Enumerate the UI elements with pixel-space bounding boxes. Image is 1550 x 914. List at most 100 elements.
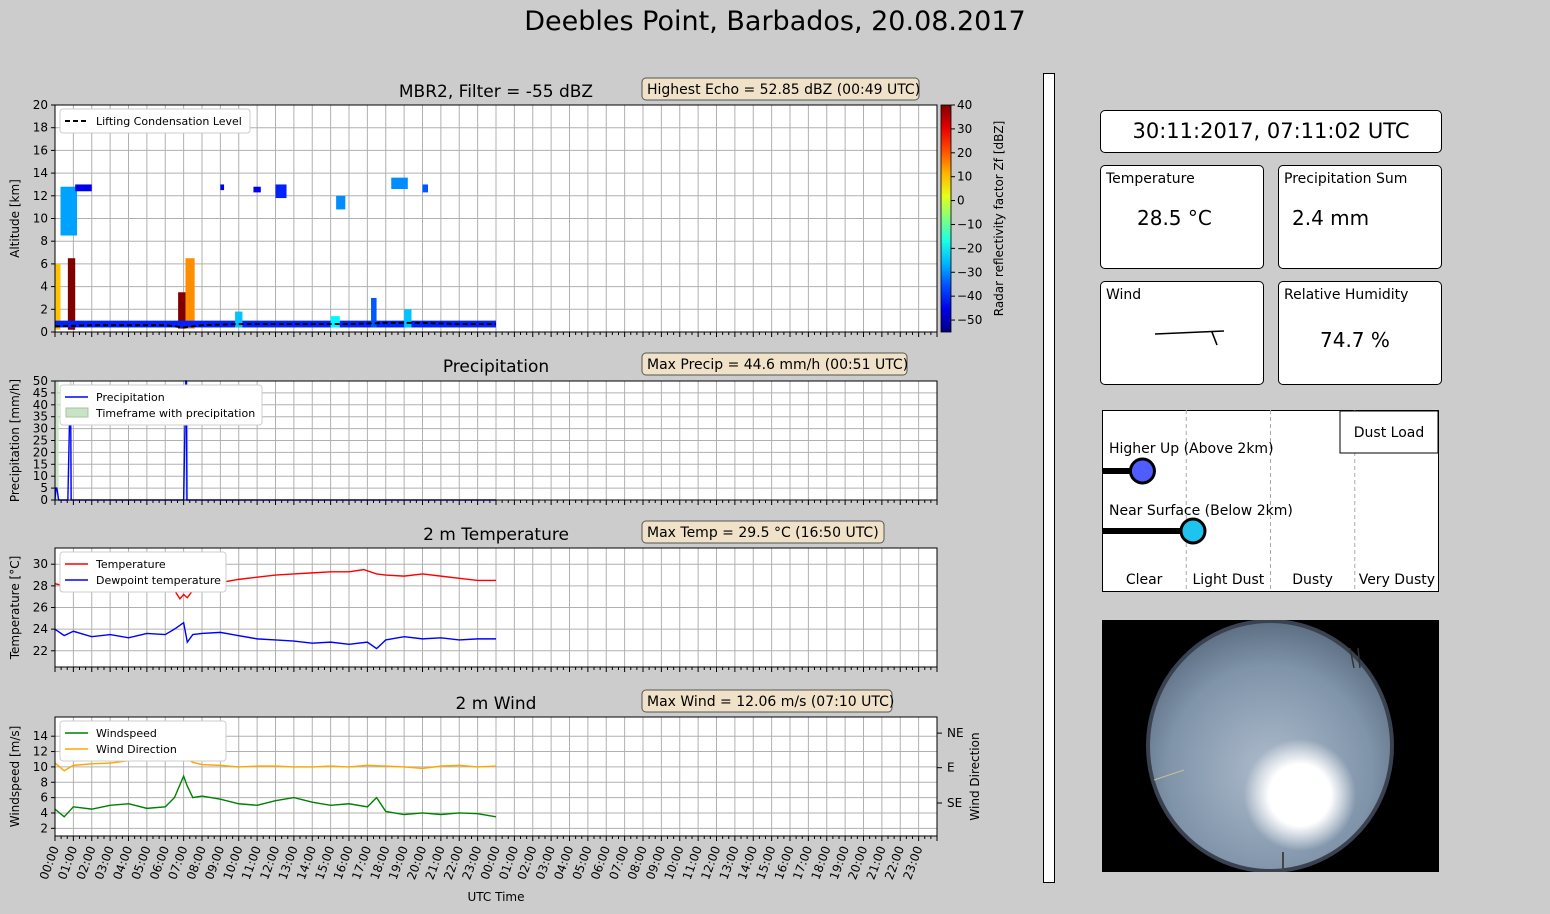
humidity-card-value: 74.7 % [1320, 328, 1390, 352]
y-tick-label: 8 [40, 234, 48, 248]
colorbar-tick-label: −20 [957, 241, 982, 255]
y-tick-label: 20 [33, 445, 48, 459]
colorbar-tick-label: −50 [957, 313, 982, 327]
colorbar-tick-label: 10 [957, 170, 972, 184]
y-tick-label: 12 [33, 745, 48, 759]
annotation-text: Highest Echo = 52.85 dBZ (00:49 UTC) [647, 82, 920, 98]
radar-echo [67, 258, 76, 330]
colorbar-label: Radar reflectivity factor Zf [dBZ] [992, 121, 1006, 317]
y-tick-label: 8 [40, 775, 48, 789]
y-tick-label: 20 [33, 98, 48, 112]
y-tick-label: 12 [33, 189, 48, 203]
radar-echo [75, 184, 92, 192]
colorbar [940, 104, 952, 333]
dust-title: Dust Load [1354, 425, 1424, 441]
dust-lower-label: Near Surface (Below 2km) [1109, 503, 1293, 519]
temperature-card-label: Temperature [1106, 171, 1195, 187]
charts-area: 02468101214161820 403020100−10−20−30−40−5… [8, 77, 1006, 904]
radar-echo [185, 258, 195, 329]
humidity-card: Relative Humidity 74.7 % [1278, 281, 1442, 385]
sky-camera-image [1102, 620, 1439, 872]
colorbar-tick-label: 40 [957, 98, 972, 112]
chart-panel-2: 22 24 26 28 30 2 m Temperature Max Temp = 29.5… [8, 520, 938, 672]
x-axis-label: UTC Time [468, 890, 525, 904]
y-tick-label: 24 [33, 622, 48, 636]
annotation-text: Max Temp = 29.5 °C (16:50 UTC) [647, 525, 879, 541]
wind-barb-icon [1154, 330, 1225, 346]
radar-echo [220, 184, 225, 191]
radar-echo [235, 311, 243, 328]
chart-title: MBR2, Filter = -55 dBZ [399, 82, 593, 102]
radar-echo [253, 186, 261, 193]
dust-category-label: Very Dusty [1359, 572, 1435, 588]
temperature-card-value: 28.5 °C [1137, 206, 1212, 230]
y-tick-label: 22 [33, 644, 48, 658]
precip-sum-card-value: 2.4 mm [1292, 206, 1370, 230]
radar-echo [391, 177, 408, 189]
precip-sum-card-label: Precipitation Sum [1284, 171, 1408, 187]
y-tick-label: 50 [33, 374, 48, 388]
annotation-text: Max Precip = 44.6 mm/h (00:51 UTC) [647, 357, 908, 373]
legend-swatch [65, 407, 89, 418]
chart-panel-1: 05101520253035404550Precipitation Max Pre… [8, 352, 938, 507]
y-tick-label: 4 [40, 806, 48, 820]
chart-title: 2 m Temperature [423, 525, 569, 545]
y-tick-label: 45 [33, 386, 48, 400]
y-tick-label: 26 [33, 601, 48, 615]
radar-echo [422, 184, 429, 193]
y-tick-label: 16 [33, 143, 48, 157]
y-axis-label: Altitude [km] [8, 179, 22, 258]
dust-category-label: Light Dust [1192, 572, 1264, 588]
y2-axis-label: Wind Direction [968, 732, 982, 820]
y-axis-label: Temperature [°C] [8, 556, 22, 661]
y-axis-label: Windspeed [m/s] [8, 726, 22, 828]
radar-echo [275, 184, 287, 199]
precip-sum-card: Precipitation Sum 2.4 mm [1278, 165, 1442, 269]
colorbar-tick-label: −40 [957, 289, 982, 303]
y-tick-label: 6 [40, 257, 48, 271]
y-tick-label: 18 [33, 121, 48, 135]
chart-title: Precipitation [443, 357, 549, 377]
y-tick-label: 4 [40, 280, 48, 294]
y-tick-label: 6 [40, 791, 48, 805]
dust-load-panel: Clear Light Dust Dusty Very Dusty Dust Load H… [1102, 410, 1439, 592]
y-tick-label: 0 [40, 325, 48, 339]
dust-upper-label: Higher Up (Above 2km) [1109, 441, 1274, 457]
radar-echo [336, 195, 346, 210]
datetime-display: 30:11:2017, 07:11:02 UTC [1100, 110, 1442, 153]
y-tick-label: 30 [33, 557, 48, 571]
legend-label: Timeframe with precipitation [95, 407, 255, 420]
legend-label: Precipitation [96, 391, 165, 404]
legend-label: Lifting Condensation Level [96, 115, 242, 128]
colorbar-tick-label: 20 [957, 146, 972, 160]
dust-lower-marker [1179, 517, 1207, 545]
y-tick-label: 2 [40, 821, 48, 835]
radar-echo [60, 186, 78, 236]
dust-category-label: Dusty [1292, 572, 1333, 588]
y-tick-label: 14 [33, 166, 48, 180]
annotation-text: Max Wind = 12.06 m/s (07:10 UTC) [647, 694, 894, 710]
y2-tick-label: NE [947, 726, 964, 740]
y-axis-label: Precipitation [mm/h] [8, 379, 22, 502]
dust-upper-marker [1128, 457, 1156, 485]
radar-echo [404, 309, 412, 328]
legend-label: Temperature [95, 558, 166, 571]
colorbar-tick-label: −10 [957, 217, 982, 231]
humidity-card-label: Relative Humidity [1284, 287, 1409, 303]
temperature-card: Temperature 28.5 °C [1100, 165, 1264, 269]
radar-echo [55, 263, 61, 330]
chart-title: 2 m Wind [456, 694, 537, 714]
legend-label: Windspeed [96, 727, 157, 740]
radar-echo [330, 316, 340, 328]
colorbar-tick-label: −30 [957, 265, 982, 279]
y-tick-label: 10 [33, 760, 48, 774]
timeline-slider[interactable] [1043, 73, 1055, 883]
y-tick-label: 28 [33, 579, 48, 593]
colorbar-tick-label: 30 [957, 122, 972, 136]
legend-label: Dewpoint temperature [96, 574, 221, 587]
y2-tick-label: E [947, 761, 955, 775]
y2-tick-label: SE [947, 796, 962, 810]
dust-category-label: Clear [1126, 572, 1163, 588]
legend-label: Wind Direction [96, 743, 177, 756]
y-tick-label: 2 [40, 302, 48, 316]
